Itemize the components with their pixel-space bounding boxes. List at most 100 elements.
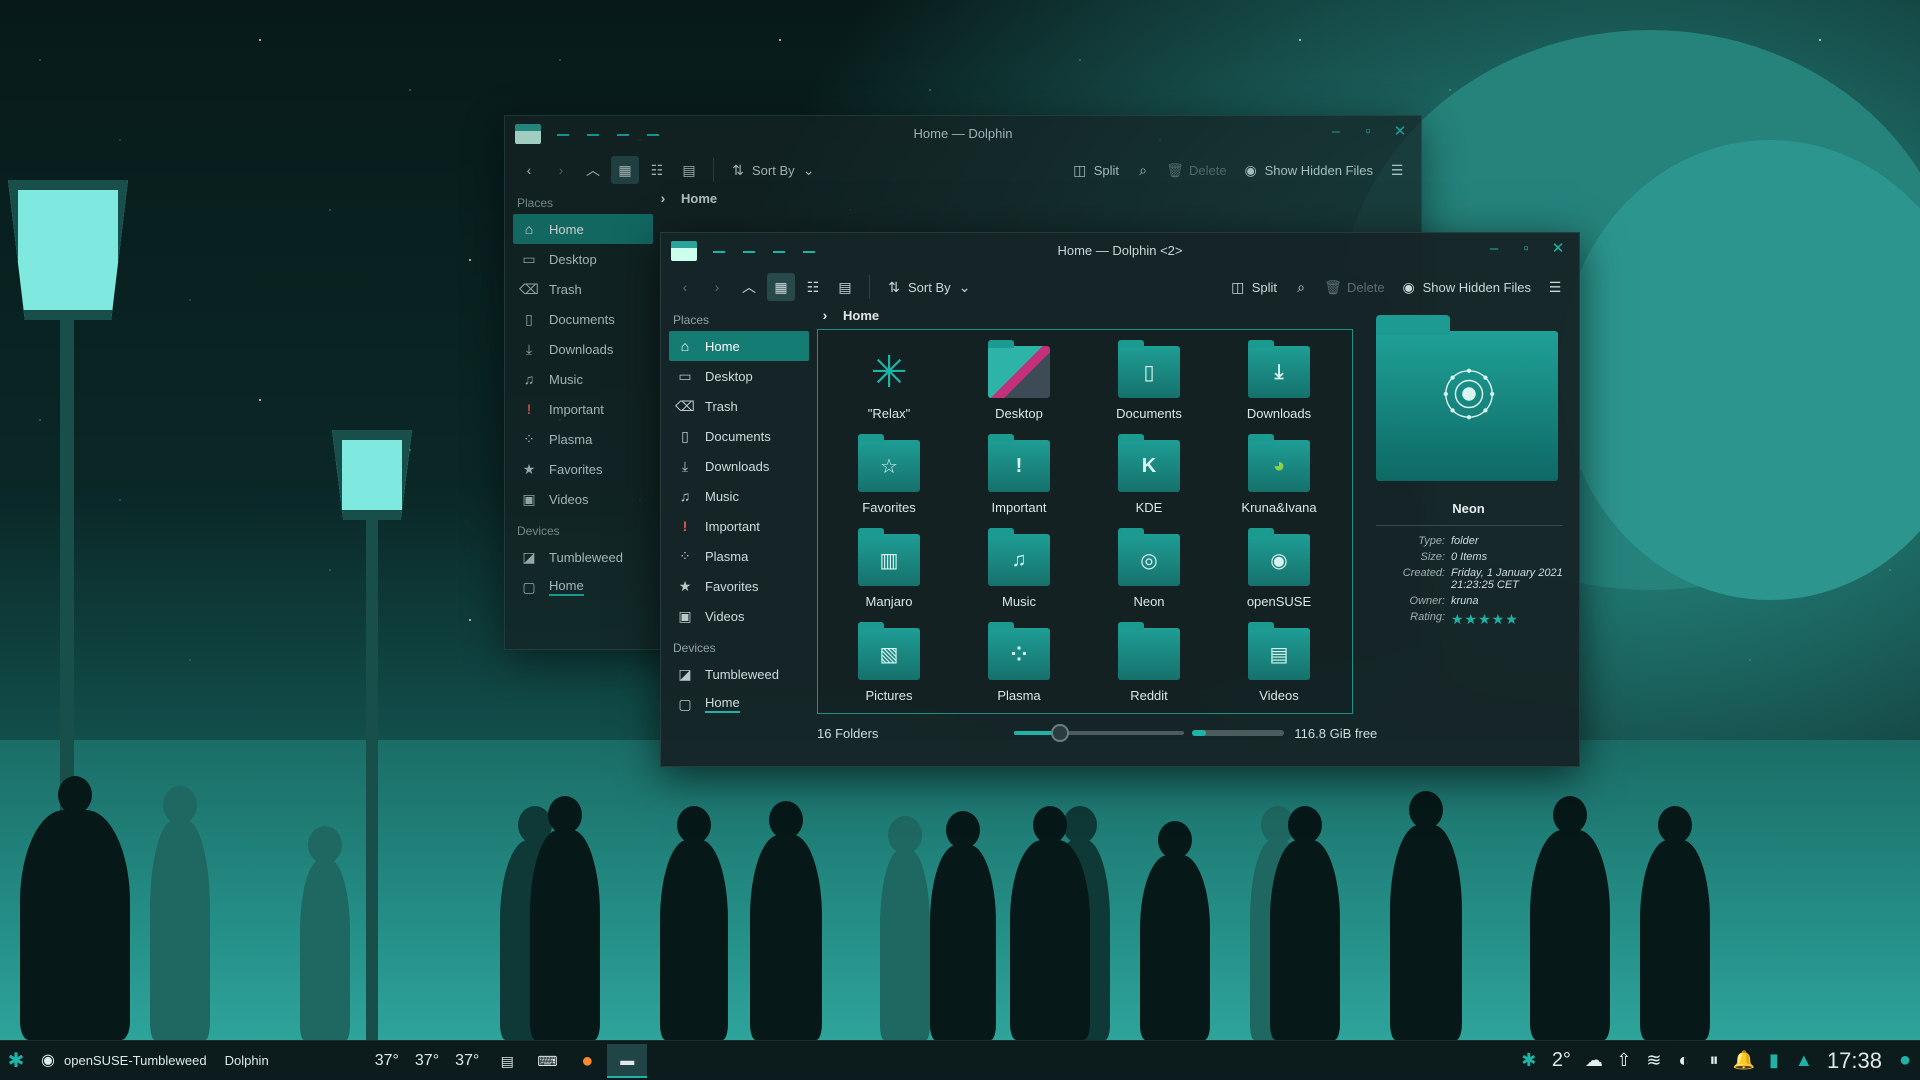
titlebar[interactable]: Home — Dolphin – ▫ ✕ — [505, 116, 1421, 150]
show-hidden-files-button[interactable]: ◉ Show Hidden Files — [1395, 273, 1537, 301]
folder-item[interactable]: ▯ Documents — [1084, 336, 1214, 430]
sidebar-item-home[interactable]: ⌂ Home — [669, 331, 809, 361]
sidebar-item-documents[interactable]: ▯ Documents — [513, 304, 653, 334]
task-dolphin[interactable]: ▬ — [607, 1043, 648, 1078]
breadcrumb[interactable]: › Home — [655, 186, 717, 210]
split-button[interactable]: ◫ Split — [1066, 156, 1125, 184]
activity-switcher[interactable]: ◉ openSUSE-Tumbleweed Dolphin — [32, 1041, 277, 1080]
hamburger-menu-button[interactable]: ☰ — [1541, 273, 1569, 301]
search-button[interactable]: ⌕ — [1129, 156, 1157, 184]
sidebar-item-downloads[interactable]: ⤓ Downloads — [669, 451, 809, 481]
folder-item[interactable]: ▧ Pictures — [824, 618, 954, 712]
search-button[interactable]: ⌕ — [1287, 273, 1315, 301]
sidebar-item-favorites[interactable]: ★ Favorites — [669, 571, 809, 601]
battery-icon[interactable]: ▮ — [1759, 1050, 1789, 1071]
update-icon[interactable]: ⇧ — [1609, 1050, 1639, 1071]
sidebar-item-music[interactable]: ♫ Music — [513, 364, 653, 394]
pager-desktop[interactable]: ▤ — [487, 1044, 527, 1078]
close-button[interactable]: ✕ — [1391, 123, 1409, 141]
sidebar-item-videos[interactable]: ▣ Videos — [669, 601, 809, 631]
up-button[interactable]: ︿ — [735, 273, 763, 301]
sidebar-item-plasma[interactable]: ⁘ Plasma — [513, 424, 653, 454]
folder-item[interactable]: ! Important — [954, 430, 1084, 524]
folder-item[interactable]: ♫ Music — [954, 524, 1084, 618]
application-launcher[interactable]: ✱ — [0, 1041, 32, 1080]
sidebar-item-downloads[interactable]: ⤓ Downloads — [513, 334, 653, 364]
sidebar-item-plasma[interactable]: ⁘ Plasma — [669, 541, 809, 571]
titlebar[interactable]: Home — Dolphin <2> – ▫ ✕ — [661, 233, 1579, 267]
sort-by-button[interactable]: ⇅ Sort By ⌄ — [880, 273, 979, 301]
desktop-pager-icon: ▤ — [500, 1052, 514, 1069]
media-pause-icon[interactable]: ⏸ — [1699, 1050, 1729, 1071]
sidebar-item-home[interactable]: ⌂ Home — [513, 214, 653, 244]
sidebar-item-documents[interactable]: ▯ Documents — [669, 421, 809, 451]
up-button[interactable]: ︿ — [579, 156, 607, 184]
kde-connect-icon[interactable]: ✱ — [1514, 1050, 1544, 1071]
folder-item[interactable]: ☆ Favorites — [824, 430, 954, 524]
dolphin-window-foreground[interactable]: Home — Dolphin <2> – ▫ ✕ ‹ › ︿ ▦ ☷ ▤ ⇅ So… — [660, 232, 1580, 767]
sidebar-item-tumbleweed[interactable]: ◪ Tumbleweed — [669, 659, 809, 689]
minimize-button[interactable]: – — [1327, 123, 1345, 141]
rating-stars[interactable]: ★★★★★ — [1451, 611, 1571, 628]
delete-button[interactable]: 🗑 Delete — [1319, 273, 1391, 301]
folder-item[interactable]: ◎ Neon — [1084, 524, 1214, 618]
sidebar-item-desktop[interactable]: ▭ Desktop — [513, 244, 653, 274]
folder-item[interactable]: ⁘ Plasma — [954, 618, 1084, 712]
power-icon[interactable]: ● — [1890, 1049, 1920, 1072]
forward-button[interactable]: › — [703, 273, 731, 301]
task-firefox[interactable]: ● — [567, 1044, 607, 1078]
folder-item[interactable]: ◉ openSUSE — [1214, 524, 1344, 618]
file-view[interactable]: ✳ "Relax" Desktop ▯ Documents ⤓ Downloads ☆ Favo… — [817, 329, 1353, 714]
details-view-button[interactable]: ▤ — [831, 273, 859, 301]
details-view-button[interactable]: ▤ — [675, 156, 703, 184]
split-button[interactable]: ◫ Split — [1224, 273, 1283, 301]
minimize-button[interactable]: – — [1485, 240, 1503, 258]
sidebar-item-music[interactable]: ♫ Music — [669, 481, 809, 511]
task-terminal[interactable]: ⌨ — [527, 1044, 567, 1078]
hamburger-menu-button[interactable]: ☰ — [1383, 156, 1411, 184]
network-icon[interactable]: ≋ — [1639, 1050, 1669, 1071]
maximize-button[interactable]: ▫ — [1359, 123, 1377, 141]
delete-button[interactable]: 🗑 Delete — [1161, 156, 1233, 184]
back-button[interactable]: ‹ — [515, 156, 543, 184]
folder-item[interactable]: ⤓ Downloads — [1214, 336, 1344, 430]
tray-expand-icon[interactable]: ▲ — [1789, 1050, 1819, 1071]
breadcrumb[interactable]: › Home — [817, 303, 879, 327]
zoom-slider-handle[interactable] — [1051, 724, 1070, 742]
maximize-button[interactable]: ▫ — [1517, 240, 1535, 258]
sidebar-item-important[interactable]: ! Important — [669, 511, 809, 541]
compact-view-button[interactable]: ☷ — [643, 156, 671, 184]
sidebar-item-trash[interactable]: ⌫ Trash — [513, 274, 653, 304]
sidebar-item-videos[interactable]: ▣ Videos — [513, 484, 653, 514]
sidebar-item-important[interactable]: ! Important — [513, 394, 653, 424]
folder-item[interactable]: ✳ "Relax" — [824, 336, 954, 430]
folder-item[interactable]: ▤ Videos — [1214, 618, 1344, 712]
sidebar-item-home-device[interactable]: ▢ Home — [513, 572, 653, 602]
sort-by-button[interactable]: ⇅ Sort By ⌄ — [724, 156, 823, 184]
forward-button[interactable]: › — [547, 156, 575, 184]
sidebar-item-trash[interactable]: ⌫ Trash — [669, 391, 809, 421]
cloud-weather-icon[interactable]: ☁ — [1579, 1050, 1609, 1071]
night-color-icon[interactable]: ◐ — [1669, 1050, 1699, 1071]
sidebar-item-favorites[interactable]: ★ Favorites — [513, 454, 653, 484]
folder-item[interactable]: Reddit — [1084, 618, 1214, 712]
trash-icon: 🗑 — [1166, 162, 1184, 178]
back-button[interactable]: ‹ — [671, 273, 699, 301]
show-hidden-files-button[interactable]: ◉ Show Hidden Files — [1237, 156, 1379, 184]
icons-view-button[interactable]: ▦ — [611, 156, 639, 184]
zoom-slider[interactable] — [1014, 724, 1185, 742]
sidebar-item-home-device[interactable]: ▢ Home — [669, 689, 809, 719]
notification-bell-icon[interactable]: 🔔 — [1729, 1050, 1759, 1071]
sidebar-item-tumbleweed[interactable]: ◪ Tumbleweed — [513, 542, 653, 572]
folder-item[interactable]: ◕ Kruna&Ivana — [1214, 430, 1344, 524]
split-icon: ◫ — [1231, 279, 1245, 295]
folder-item[interactable]: K KDE — [1084, 430, 1214, 524]
folder-label: Pictures — [865, 688, 913, 703]
icons-view-button[interactable]: ▦ — [767, 273, 795, 301]
folder-item[interactable]: Desktop — [954, 336, 1084, 430]
digital-clock[interactable]: 17:38 — [1819, 1048, 1890, 1074]
folder-item[interactable]: ▥ Manjaro — [824, 524, 954, 618]
sidebar-item-desktop[interactable]: ▭ Desktop — [669, 361, 809, 391]
compact-view-button[interactable]: ☷ — [799, 273, 827, 301]
close-button[interactable]: ✕ — [1549, 240, 1567, 258]
